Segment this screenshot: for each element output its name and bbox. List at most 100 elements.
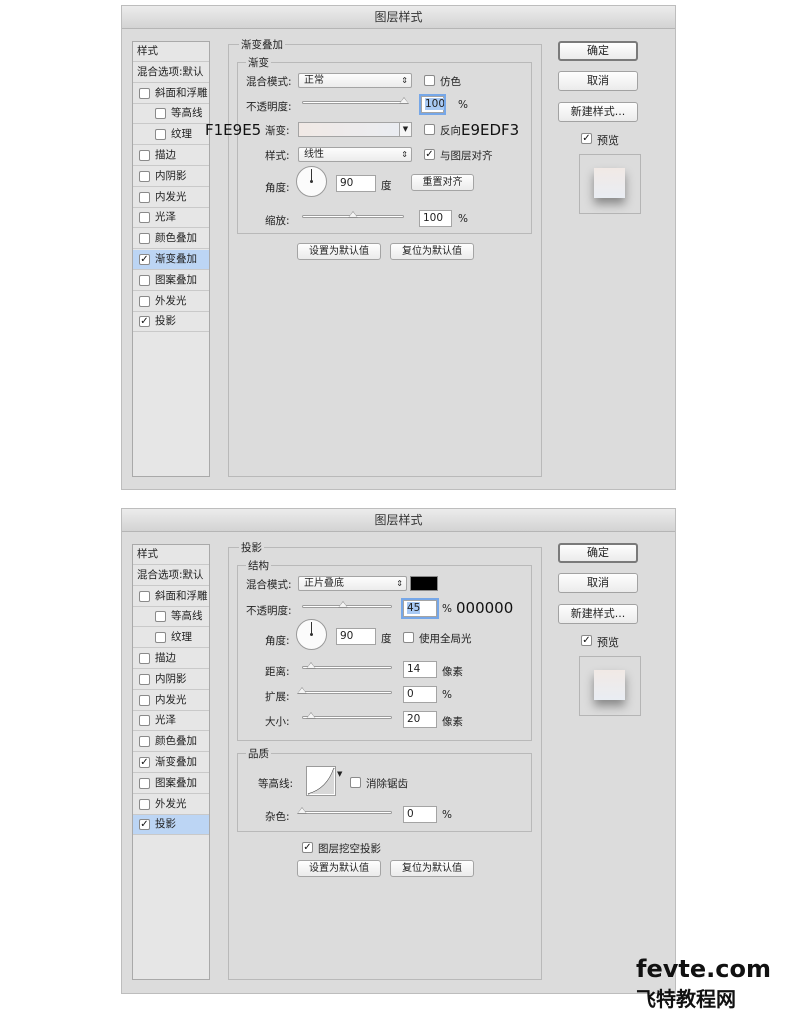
sidebar-item[interactable]: 样式	[133, 545, 209, 565]
reset-align-button[interactable]: 重置对齐	[411, 174, 474, 191]
sidebar-item[interactable]: 颜色叠加	[133, 229, 209, 250]
opacity-slider[interactable]	[302, 101, 404, 104]
sidebar-item[interactable]: 颜色叠加	[133, 732, 209, 753]
sidebar-item[interactable]: 外发光	[133, 795, 209, 815]
sidebar-item[interactable]: 描边	[133, 649, 209, 669]
sidebar-item[interactable]: 光泽	[133, 711, 209, 732]
scale-input[interactable]: 100	[419, 210, 452, 227]
sidebar-item-checkbox[interactable]	[139, 777, 150, 789]
set-default-button[interactable]: 设置为默认值	[297, 243, 381, 260]
cancel-button[interactable]: 取消	[558, 573, 638, 593]
sidebar-item[interactable]: 斜面和浮雕	[133, 587, 209, 607]
sidebar-item-checkbox[interactable]	[139, 295, 150, 307]
sidebar-item-checkbox[interactable]	[139, 274, 150, 286]
preview-checkbox[interactable]: ✓	[581, 133, 592, 144]
sidebar-item[interactable]: ✓ 渐变叠加	[133, 250, 209, 270]
contour-picker[interactable]	[306, 766, 336, 796]
sidebar-item[interactable]: 混合选项:默认	[133, 566, 209, 586]
sidebar-item[interactable]: 等高线	[133, 607, 209, 628]
size-slider-thumb[interactable]	[306, 712, 316, 719]
sidebar-item[interactable]: 图案叠加	[133, 271, 209, 291]
angle-input[interactable]: 90	[336, 175, 376, 192]
sidebar-item-checkbox[interactable]	[139, 590, 150, 602]
chevron-down-icon[interactable]: ▼	[337, 770, 342, 778]
sidebar-item-checkbox[interactable]	[139, 150, 150, 161]
scale-slider-thumb[interactable]	[348, 211, 358, 218]
reverse-checkbox[interactable]	[424, 124, 435, 135]
angle-dial[interactable]	[296, 619, 327, 650]
sidebar-item-checkbox[interactable]	[139, 653, 150, 664]
gradient-picker[interactable]: ▼	[298, 122, 412, 137]
sidebar-item-checkbox[interactable]	[155, 108, 166, 120]
sidebar-item-checkbox[interactable]	[139, 694, 150, 706]
sidebar-item[interactable]: ✓ 投影	[133, 312, 209, 333]
new-style-button[interactable]: 新建样式...	[558, 102, 638, 122]
dither-checkbox[interactable]	[424, 75, 435, 86]
sidebar-item[interactable]: 内发光	[133, 188, 209, 208]
spread-slider[interactable]	[302, 691, 392, 694]
sidebar-item[interactable]: 内阴影	[133, 167, 209, 187]
sidebar-item-checkbox[interactable]	[139, 191, 150, 203]
sidebar-item-checkbox[interactable]	[155, 632, 166, 644]
antialias-checkbox[interactable]	[350, 777, 361, 788]
sidebar-item[interactable]: ✓ 渐变叠加	[133, 753, 209, 773]
noise-slider-thumb[interactable]	[297, 807, 307, 814]
spread-slider-thumb[interactable]	[297, 687, 307, 694]
sidebar-item-checkbox[interactable]	[139, 673, 150, 685]
sidebar-item-checkbox[interactable]	[139, 87, 150, 99]
sidebar-item[interactable]: 光泽	[133, 208, 209, 229]
ok-button[interactable]: 确定	[558, 41, 638, 61]
sidebar-item[interactable]: 内阴影	[133, 670, 209, 690]
opacity-input[interactable]: 45	[401, 598, 439, 619]
noise-input[interactable]: 0	[403, 806, 437, 823]
sidebar-item[interactable]: 样式	[133, 42, 209, 62]
sidebar-item-checkbox[interactable]	[139, 233, 150, 245]
sidebar-item[interactable]: 内发光	[133, 691, 209, 711]
opacity-slider-thumb[interactable]	[399, 97, 409, 104]
reset-default-button[interactable]: 复位为默认值	[390, 860, 474, 877]
blend-mode-select[interactable]: 正常 ⇕	[298, 73, 412, 88]
preview-checkbox[interactable]: ✓	[581, 635, 592, 646]
size-input[interactable]: 20	[403, 711, 437, 728]
sidebar-item-checkbox[interactable]	[139, 212, 150, 224]
global-light-checkbox[interactable]	[403, 632, 414, 643]
sidebar-item[interactable]: 混合选项:默认	[133, 63, 209, 83]
sidebar-item-checkbox[interactable]	[139, 715, 150, 727]
sidebar-item[interactable]: 等高线	[133, 104, 209, 125]
new-style-button[interactable]: 新建样式...	[558, 604, 638, 624]
knockout-checkbox[interactable]: ✓	[302, 842, 313, 853]
reset-default-button[interactable]: 复位为默认值	[390, 243, 474, 260]
cancel-button[interactable]: 取消	[558, 71, 638, 91]
angle-dial[interactable]	[296, 166, 327, 197]
sidebar-item-checkbox[interactable]: ✓	[139, 819, 150, 831]
sidebar-item-checkbox[interactable]	[139, 170, 150, 182]
sidebar-item-checkbox[interactable]: ✓	[139, 757, 150, 768]
blend-mode-select[interactable]: 正片叠底 ⇕	[298, 576, 407, 591]
set-default-button[interactable]: 设置为默认值	[297, 860, 381, 877]
sidebar-item[interactable]: 纹理	[133, 628, 209, 649]
opacity-input[interactable]: 100	[419, 94, 446, 115]
sidebar-item[interactable]: 纹理	[133, 125, 209, 146]
sidebar-item-checkbox[interactable]	[139, 798, 150, 810]
sidebar-item[interactable]: 描边	[133, 146, 209, 166]
spread-input[interactable]: 0	[403, 686, 437, 703]
opacity-slider-thumb[interactable]	[337, 601, 348, 608]
sidebar-item[interactable]: 外发光	[133, 292, 209, 312]
ok-button[interactable]: 确定	[558, 543, 638, 563]
sidebar-item-checkbox[interactable]	[155, 129, 166, 141]
sidebar-item[interactable]: 图案叠加	[133, 774, 209, 794]
sidebar-item-checkbox[interactable]: ✓	[139, 316, 150, 328]
sidebar-item-checkbox[interactable]: ✓	[139, 254, 150, 265]
angle-input[interactable]: 90	[336, 628, 376, 645]
sidebar-item[interactable]: 斜面和浮雕	[133, 84, 209, 104]
shadow-color-swatch[interactable]	[410, 576, 438, 591]
sidebar-item-checkbox[interactable]	[139, 736, 150, 748]
sidebar-item-checkbox[interactable]	[155, 611, 166, 623]
chevron-down-icon[interactable]: ▼	[399, 123, 411, 136]
gradient-style-select[interactable]: 线性 ⇕	[298, 147, 412, 162]
noise-slider[interactable]	[302, 811, 392, 814]
sidebar-item[interactable]: ✓ 投影	[133, 815, 209, 836]
align-layer-checkbox[interactable]: ✓	[424, 149, 435, 160]
distance-slider-thumb[interactable]	[306, 662, 316, 669]
distance-input[interactable]: 14	[403, 661, 437, 678]
